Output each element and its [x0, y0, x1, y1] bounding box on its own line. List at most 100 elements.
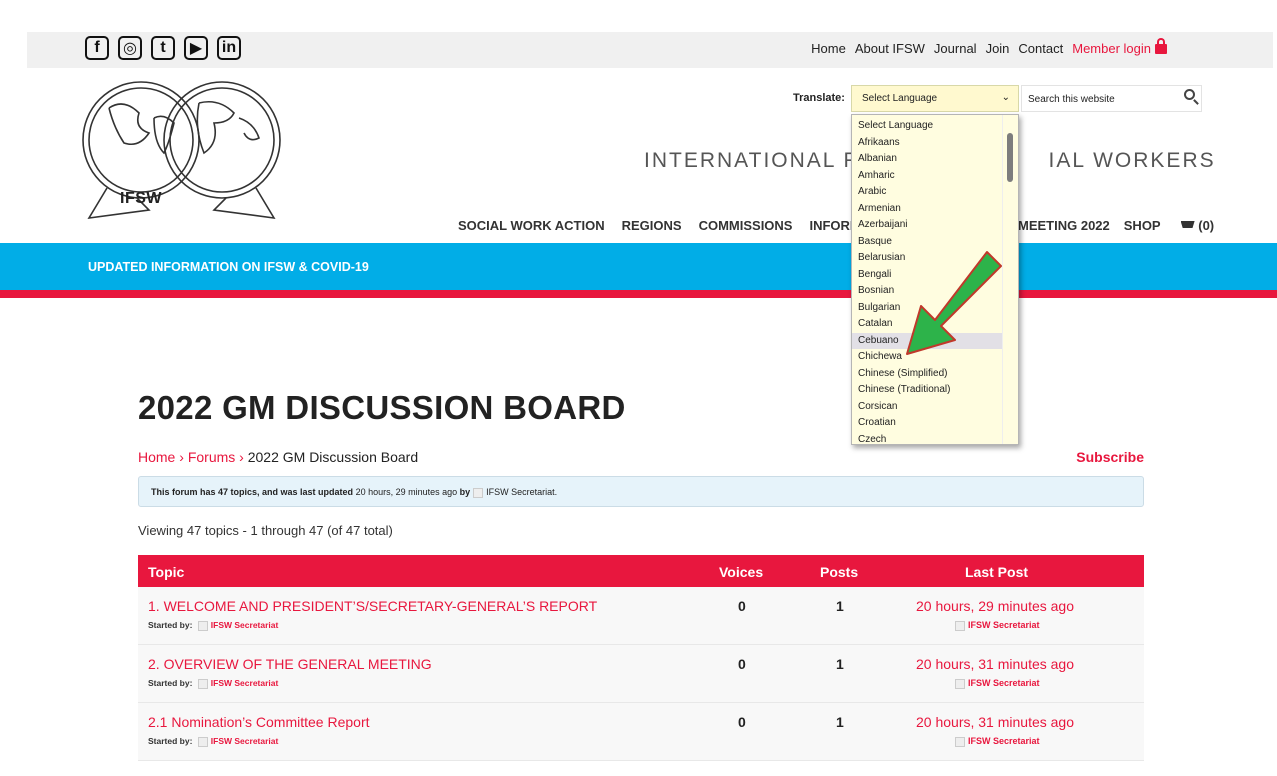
topic-author[interactable]: IFSW Secretariat: [211, 678, 279, 688]
breadcrumb-home[interactable]: Home: [138, 449, 175, 465]
topic-link[interactable]: 2. OVERVIEW OF THE GENERAL MEETING: [148, 656, 432, 672]
page-title: 2022 GM DISCUSSION BOARD: [138, 389, 626, 426]
last-author-name: IFSW Secretariat: [968, 736, 1040, 746]
avatar: [955, 620, 965, 631]
language-option[interactable]: Azerbaijani: [852, 217, 1018, 234]
facebook-icon[interactable]: f: [85, 36, 109, 60]
youtube-icon[interactable]: ▶: [184, 36, 208, 60]
breadcrumb-separator: ›: [179, 449, 184, 465]
top-nav-home[interactable]: Home: [811, 41, 846, 56]
topic-last-post[interactable]: 20 hours, 31 minutes ago: [916, 656, 1074, 672]
notice-time[interactable]: 20 hours, 29 minutes ago: [356, 487, 458, 497]
search-placeholder: Search this website: [1028, 94, 1115, 105]
topic-last-author[interactable]: IFSW Secretariat: [952, 620, 1040, 631]
header-last-post: Last Post: [965, 564, 1029, 580]
annotation-arrow-icon: [906, 251, 1002, 355]
nav-commissions[interactable]: COMMISSIONS: [699, 218, 793, 233]
topic-started-by: Started by: IFSW Secretariat: [148, 620, 278, 631]
topic-link[interactable]: 2.1 Nomination’s Committee Report: [148, 714, 370, 730]
topic-link[interactable]: 1. WELCOME AND PRESIDENT’S/SECRETARY-GEN…: [148, 598, 597, 614]
table-header: Topic Voices Posts Last Post: [138, 555, 1144, 587]
main-nav: SOCIAL WORK ACTION REGIONS COMMISSIONS I…: [458, 218, 900, 233]
cart-icon: [1180, 221, 1195, 228]
avatar: [197, 620, 208, 631]
covid-banner-link[interactable]: UPDATED INFORMATION ON IFSW & COVID-19: [88, 260, 369, 274]
notice-user[interactable]: IFSW Secretariat.: [486, 487, 557, 497]
lock-icon: [1155, 38, 1167, 54]
topic-started-by: Started by: IFSW Secretariat: [148, 678, 278, 689]
language-option[interactable]: Albanian: [852, 151, 1018, 168]
breadcrumb-forums[interactable]: Forums: [188, 449, 235, 465]
language-option[interactable]: Czech: [852, 432, 1018, 445]
avatar: [197, 736, 208, 747]
notice-lead: This forum has 47 topics, and was last u…: [151, 487, 354, 497]
notice-by: by: [459, 487, 471, 497]
nav-regions[interactable]: REGIONS: [622, 218, 682, 233]
language-option[interactable]: Chinese (Traditional): [852, 382, 1018, 399]
nav-meeting-2022[interactable]: MEETING 2022: [1018, 218, 1110, 233]
member-login-link[interactable]: Member login: [1072, 38, 1167, 56]
main-nav-right: MEETING 2022 SHOP (0): [1018, 218, 1214, 233]
table-row: 2. OVERVIEW OF THE GENERAL MEETING Start…: [138, 645, 1144, 703]
breadcrumb-current: 2022 GM Discussion Board: [247, 449, 419, 465]
language-option[interactable]: Amharic: [852, 168, 1018, 185]
started-by-label: Started by:: [148, 620, 193, 630]
nav-shop[interactable]: SHOP: [1124, 218, 1161, 233]
twitter-icon[interactable]: t: [151, 36, 175, 60]
language-select-value: Select Language: [862, 93, 938, 104]
nav-social-work-action[interactable]: SOCIAL WORK ACTION: [458, 218, 605, 233]
topic-last-author[interactable]: IFSW Secretariat: [952, 678, 1040, 689]
header-voices: Voices: [719, 564, 764, 580]
started-by-label: Started by:: [148, 678, 193, 688]
header-posts: Posts: [820, 564, 859, 580]
covid-banner: UPDATED INFORMATION ON IFSW & COVID-19: [0, 243, 1277, 290]
language-option[interactable]: Select Language: [852, 118, 1018, 135]
avatar: [473, 487, 484, 498]
forum-notice: This forum has 47 topics, and was last u…: [138, 476, 1144, 507]
topic-last-post[interactable]: 20 hours, 31 minutes ago: [916, 714, 1074, 730]
linkedin-icon[interactable]: in: [217, 36, 241, 60]
chevron-down-icon: ⌄: [1001, 92, 1010, 103]
language-option[interactable]: Croatian: [852, 415, 1018, 432]
header-topic: Topic: [148, 564, 185, 580]
language-option[interactable]: Basque: [852, 234, 1018, 251]
top-nav-contact[interactable]: Contact: [1018, 41, 1063, 56]
language-option[interactable]: Afrikaans: [852, 135, 1018, 152]
topic-count: Viewing 47 topics - 1 through 47 (of 47 …: [138, 523, 393, 538]
top-nav-journal[interactable]: Journal: [934, 41, 977, 56]
search-icon[interactable]: [1184, 89, 1195, 100]
table-row: 2.1 Nomination’s Committee Report Starte…: [138, 703, 1144, 761]
avatar: [197, 678, 208, 689]
scrollbar-thumb[interactable]: [1007, 133, 1013, 182]
topic-last-post[interactable]: 20 hours, 29 minutes ago: [916, 598, 1074, 614]
last-author-name: IFSW Secretariat: [968, 678, 1040, 688]
top-nav-about[interactable]: About IFSW: [855, 41, 925, 56]
topic-author[interactable]: IFSW Secretariat: [211, 736, 279, 746]
ifsw-logo[interactable]: [79, 78, 284, 228]
table-row: 1. WELCOME AND PRESIDENT’S/SECRETARY-GEN…: [138, 587, 1144, 645]
search-input[interactable]: Search this website: [1021, 85, 1202, 112]
top-nav: Home About IFSW Journal Join Contact Mem…: [811, 38, 1167, 56]
cart-count: (0): [1198, 218, 1215, 233]
topic-voices: 0: [738, 714, 746, 730]
topic-voices: 0: [738, 598, 746, 614]
subscribe-link[interactable]: Subscribe: [1076, 449, 1144, 465]
top-nav-join[interactable]: Join: [986, 41, 1010, 56]
breadcrumb: Home › Forums › 2022 GM Discussion Board: [138, 449, 418, 465]
avatar: [955, 736, 965, 747]
topic-posts: 1: [836, 598, 844, 614]
language-option[interactable]: Armenian: [852, 201, 1018, 218]
language-option[interactable]: Arabic: [852, 184, 1018, 201]
avatar: [955, 678, 965, 689]
topic-author[interactable]: IFSW Secretariat: [211, 620, 279, 630]
breadcrumb-separator: ›: [239, 449, 244, 465]
language-option[interactable]: Chinese (Simplified): [852, 366, 1018, 383]
topic-last-author[interactable]: IFSW Secretariat: [952, 736, 1040, 747]
topic-voices: 0: [738, 656, 746, 672]
red-divider: [0, 290, 1277, 298]
cart-link[interactable]: (0): [1175, 218, 1215, 233]
instagram-icon[interactable]: ◎: [118, 36, 142, 60]
topics-table: Topic Voices Posts Last Post 1. WELCOME …: [138, 555, 1144, 761]
language-select[interactable]: Select Language ⌄: [851, 85, 1019, 112]
language-option[interactable]: Corsican: [852, 399, 1018, 416]
